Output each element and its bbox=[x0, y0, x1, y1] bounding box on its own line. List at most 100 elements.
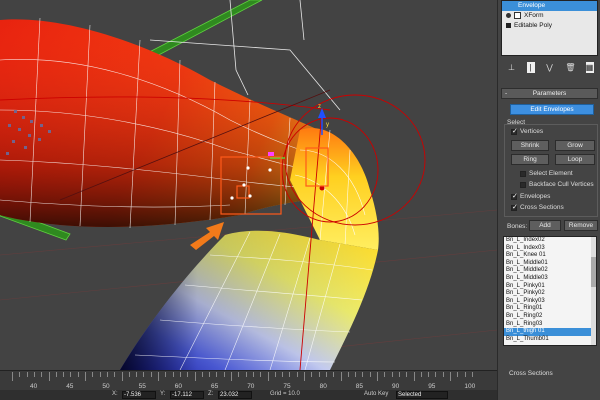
viewport-canvas[interactable]: z y bbox=[0, 0, 497, 370]
timeline-tick-label: 55 bbox=[138, 383, 146, 390]
timeline[interactable]: 40 45 50 55 60 65 70 75 80 85 90 95 100 bbox=[0, 370, 497, 391]
bone-list-item[interactable]: Bn_L_Knee 01 bbox=[504, 252, 596, 260]
collapse-icon: - bbox=[505, 90, 508, 97]
timeline-tick-mark bbox=[340, 372, 342, 381]
timeline-tick-label: 75 bbox=[283, 383, 291, 390]
timeline-tick-mark bbox=[92, 372, 94, 377]
timeline-tick-mark bbox=[457, 372, 459, 377]
timeline-tick-mark bbox=[355, 372, 357, 377]
eye-icon[interactable] bbox=[506, 12, 511, 18]
stack-item-xform[interactable]: XForm bbox=[502, 11, 597, 21]
timeline-tick-mark bbox=[85, 372, 86, 381]
timeline-tick-mark bbox=[435, 372, 437, 377]
ring-button[interactable]: Ring bbox=[511, 154, 549, 165]
remove-bone-button[interactable]: Remove bbox=[564, 220, 598, 231]
select-element-checkbox[interactable] bbox=[520, 171, 526, 177]
parameters-rollout[interactable]: - Parameters bbox=[501, 88, 598, 99]
timeline-tick-mark bbox=[333, 372, 335, 377]
bone-list-item[interactable]: Bn_L_Pinky02 bbox=[504, 290, 596, 298]
timeline-tick-mark bbox=[406, 372, 408, 377]
configure-sets-icon[interactable]: ▦ bbox=[585, 61, 594, 73]
timeline-tick-mark bbox=[384, 372, 386, 377]
bone-list-item[interactable]: Bn_L_Index03 bbox=[504, 245, 596, 253]
auto-key-label: Auto Key bbox=[364, 391, 389, 397]
timeline-tick-mark bbox=[63, 372, 65, 377]
backface-cull-label: Backface Cull Vertices bbox=[529, 181, 594, 188]
backface-cull-checkbox[interactable] bbox=[520, 182, 526, 188]
timeline-tick-label: 45 bbox=[66, 383, 74, 390]
edit-envelopes-button[interactable]: Edit Envelopes bbox=[510, 104, 594, 115]
grow-button[interactable]: Grow bbox=[555, 140, 595, 151]
stack-item-label: Envelope bbox=[518, 2, 546, 9]
show-end-result-icon[interactable]: | bbox=[526, 61, 535, 73]
bone-list-item[interactable]: Bn_L_Pinky01 bbox=[504, 283, 596, 291]
timeline-tick-mark bbox=[377, 372, 378, 381]
bone-list-item[interactable]: Bn_L_Middle02 bbox=[504, 267, 596, 275]
timeline-tick-mark bbox=[70, 372, 72, 377]
timeline-tick-mark bbox=[282, 372, 284, 377]
envelopes-checkbox[interactable] bbox=[511, 192, 518, 200]
timeline-tick-mark bbox=[114, 372, 116, 377]
x-coord-field[interactable]: -7.536 bbox=[122, 391, 156, 399]
viewport[interactable]: z y bbox=[0, 0, 497, 370]
bone-list-item[interactable]: Bn_L_Pinky03 bbox=[504, 298, 596, 306]
timeline-tick-label: 40 bbox=[30, 383, 38, 390]
stack-item-label: XForm bbox=[524, 12, 544, 19]
y-coord-field[interactable]: -17.112 bbox=[170, 391, 204, 399]
axis-y-label: y bbox=[326, 122, 329, 128]
timeline-tick-mark bbox=[26, 372, 28, 377]
timeline-tick-label: 65 bbox=[211, 383, 219, 390]
timeline-tick-mark bbox=[128, 372, 130, 377]
timeline-tick-mark bbox=[33, 372, 35, 377]
timeline-tick-mark bbox=[143, 372, 145, 377]
bone-list-item[interactable]: Bn_L_Middle03 bbox=[504, 275, 596, 283]
bone-list-item[interactable]: Bn_L_Ring03 bbox=[504, 321, 596, 329]
stack-item-editable-poly[interactable]: Editable Poly bbox=[502, 21, 597, 31]
pin-icon[interactable]: ⊥ bbox=[506, 62, 518, 73]
bone-list-item[interactable]: Bn_L_Thumb01 bbox=[504, 336, 596, 344]
bones-list[interactable]: Bn_L_Index02 Bn_L_Index03 Bn_L_Knee 01 Bn_L… bbox=[503, 236, 597, 346]
vertices-checkbox[interactable] bbox=[511, 127, 518, 135]
timeline-tick-mark bbox=[136, 372, 138, 377]
timeline-tick-mark bbox=[187, 372, 189, 377]
elbow-mesh bbox=[290, 128, 379, 250]
key-filter-select[interactable]: Selected bbox=[396, 391, 448, 399]
z-coord-field[interactable]: 23.032 bbox=[218, 391, 252, 399]
remove-modifier-icon[interactable]: 🗑 bbox=[565, 62, 577, 73]
cross-sections-label: Cross Sections bbox=[520, 204, 564, 211]
bone-list-item[interactable]: Bn_L_Middle01 bbox=[504, 260, 596, 268]
timeline-tick-mark bbox=[398, 372, 400, 377]
timeline-tick-mark bbox=[55, 372, 57, 377]
timeline-tick-mark bbox=[99, 372, 101, 377]
modifier-toolbar: ⊥ | ⋁ 🗑 ▦ bbox=[501, 61, 598, 73]
bone-list-item[interactable]: Bn_L_Ring01 bbox=[504, 305, 596, 313]
y-coord-label: Y: bbox=[160, 391, 166, 397]
make-unique-icon[interactable]: ⋁ bbox=[544, 62, 556, 73]
add-bone-button[interactable]: Add bbox=[529, 220, 561, 231]
timeline-tick-label: 60 bbox=[174, 383, 183, 390]
expand-icon[interactable] bbox=[514, 11, 521, 19]
cross-sections-checkbox[interactable] bbox=[511, 203, 518, 211]
timeline-tick-mark bbox=[362, 372, 364, 377]
timeline-tick-mark bbox=[172, 372, 174, 377]
timeline-tick-mark bbox=[274, 372, 276, 377]
timeline-tick-mark bbox=[48, 372, 50, 381]
timeline-tick-mark bbox=[296, 372, 298, 377]
timeline-tick-mark bbox=[267, 372, 269, 381]
timeline-tick-mark bbox=[238, 372, 240, 377]
bone-list-item[interactable]: Bn_L_Index02 bbox=[504, 237, 596, 245]
timeline-tick-mark bbox=[289, 372, 291, 377]
scroll-thumb[interactable] bbox=[591, 257, 596, 287]
stack-item-envelope[interactable]: Envelope bbox=[502, 1, 597, 11]
timeline-tick-mark bbox=[260, 372, 262, 377]
timeline-tick-mark bbox=[158, 372, 159, 381]
bone-list-item[interactable]: Bn_L_Ring02 bbox=[504, 313, 596, 321]
timeline-tick-mark bbox=[106, 372, 108, 377]
bones-list-scrollbar[interactable] bbox=[591, 237, 596, 345]
vertices-label: Vertices bbox=[520, 128, 544, 135]
shrink-button[interactable]: Shrink bbox=[511, 140, 549, 151]
loop-button[interactable]: Loop bbox=[555, 154, 595, 165]
timeline-tick-mark bbox=[165, 372, 167, 377]
bone-list-item[interactable]: Bn_L_thigh 01 bbox=[504, 328, 596, 336]
timeline-tick-mark bbox=[150, 372, 152, 377]
